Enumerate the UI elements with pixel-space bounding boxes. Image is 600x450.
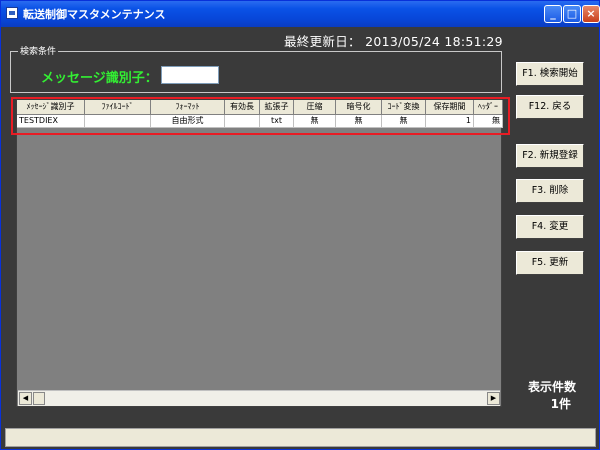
window-title: 転送制御マスタメンテナンス bbox=[23, 8, 166, 21]
display-count-label: 表示件数 bbox=[527, 380, 576, 394]
delete-button[interactable]: F3. 削除 bbox=[516, 179, 584, 203]
display-count-value: 1件 bbox=[550, 397, 571, 411]
new-register-button[interactable]: F2. 新規登録 bbox=[516, 144, 584, 168]
close-icon[interactable]: × bbox=[582, 5, 600, 23]
search-start-button[interactable]: F1. 検索開始 bbox=[516, 62, 584, 86]
modify-button[interactable]: F4. 変更 bbox=[516, 215, 584, 239]
search-conditions-group: 検索条件 メッセージ識別子： bbox=[10, 44, 502, 93]
status-bar bbox=[5, 428, 596, 447]
title-bar[interactable]: 転送制御マスタメンテナンス _ □ × bbox=[1, 1, 600, 27]
message-id-label: メッセージ識別子： bbox=[41, 71, 158, 86]
scroll-left-icon[interactable]: ◀ bbox=[19, 392, 32, 405]
main-window: 転送制御マスタメンテナンス _ □ × 最終更新日： 2013/05/24 18… bbox=[0, 0, 600, 450]
app-icon bbox=[6, 7, 18, 19]
scrollbar-thumb[interactable] bbox=[33, 392, 45, 405]
highlight-box bbox=[11, 97, 510, 135]
minimize-icon[interactable]: _ bbox=[544, 5, 562, 23]
last-updated-label: 最終更新日： 2013/05/24 18:51:29 bbox=[284, 34, 503, 49]
search-group-label: 検索条件 bbox=[18, 44, 59, 57]
message-id-input[interactable] bbox=[161, 66, 219, 84]
result-grid[interactable]: ﾒｯｾｰｼﾞ識別子 ﾌｧｲﾙｺｰﾄﾞ ﾌｫｰﾏｯﾄ 有効長 拡張子 圧縮 暗号化… bbox=[16, 99, 503, 407]
back-button[interactable]: F12. 戻る bbox=[516, 95, 584, 119]
maximize-icon[interactable]: □ bbox=[563, 5, 581, 23]
scroll-right-icon[interactable]: ▶ bbox=[487, 392, 500, 405]
horizontal-scrollbar[interactable]: ◀ ▶ bbox=[18, 390, 500, 406]
update-button[interactable]: F5. 更新 bbox=[516, 251, 584, 275]
